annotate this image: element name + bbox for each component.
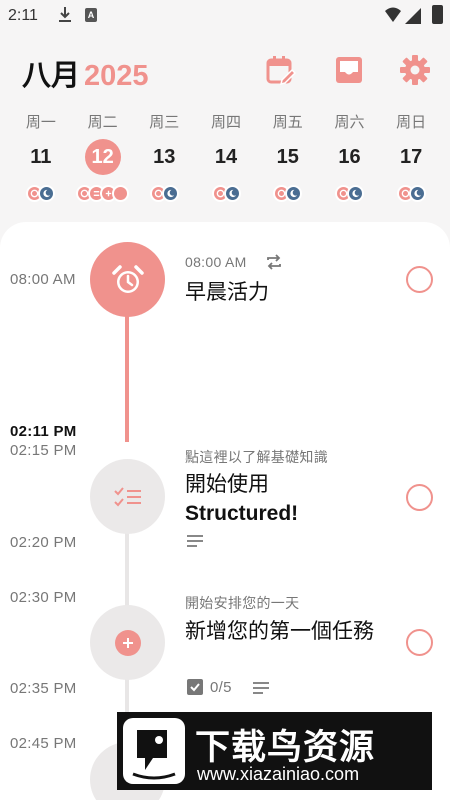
task-complete-checkbox[interactable] (406, 629, 433, 656)
timeline-rail-past (125, 312, 129, 442)
time-label: 02:30 PM (10, 589, 77, 606)
day-sun[interactable]: 周日 17 (380, 113, 442, 209)
month-title[interactable]: 八月 2025 (22, 52, 149, 94)
watermark-url: www.xiazainiao.com (197, 764, 360, 784)
task-subtitle: 開始安排您的一天 (185, 595, 300, 611)
watermark-title: 下载鸟资源 (195, 728, 376, 767)
day-name: 周四 (211, 114, 242, 131)
time-label: 02:20 PM (10, 534, 77, 551)
wifi-signal-icon (385, 7, 421, 24)
time-label: 02:45 PM (10, 735, 77, 752)
day-name: 周二 (87, 114, 118, 131)
year-label: 2025 (84, 60, 149, 92)
watermark-banner: 下载鸟资源 www.xiazainiao.com (117, 712, 432, 790)
add-icon (114, 629, 141, 656)
day-number: 11 (30, 146, 52, 168)
status-time: 2:11 (8, 7, 38, 24)
task-dot-icon (112, 185, 130, 202)
day-fri[interactable]: 周五 15 (257, 113, 319, 209)
day-name: 周五 (272, 114, 303, 131)
task-complete-checkbox[interactable] (406, 484, 433, 511)
day-number: 14 (214, 146, 238, 168)
repeat-icon (267, 254, 281, 270)
day-task-dots (10, 185, 72, 203)
week-strip: 周一 11 周二 12 周三 13 周四 14 周五 15 周六 16 周日 1… (10, 113, 442, 209)
checklist-icon[interactable] (90, 459, 165, 534)
a-icon: A (85, 8, 97, 22)
moon-dot-icon (38, 185, 56, 202)
time-label: 02:15 PM (10, 442, 77, 459)
alarm-clock-icon[interactable] (90, 242, 165, 317)
calendar-edit-icon[interactable] (265, 54, 297, 86)
day-mon[interactable]: 周一 11 (10, 113, 72, 209)
day-name: 周一 (25, 114, 56, 131)
moon-dot-icon (408, 185, 426, 202)
download-icon (59, 7, 71, 22)
time-label: 08:00 AM (10, 271, 76, 288)
current-time-label: 02:11 PM (10, 423, 77, 440)
day-number: 17 (400, 146, 423, 168)
add-task-node[interactable] (90, 605, 165, 680)
task-title[interactable]: 早晨活力 (185, 278, 395, 307)
day-number: 13 (153, 146, 176, 168)
gear-icon[interactable] (399, 54, 431, 86)
day-name: 周三 (149, 114, 180, 131)
task-time: 08:00 AM (185, 254, 247, 270)
day-task-dots (133, 185, 195, 203)
time-label: 02:35 PM (10, 680, 77, 697)
moon-dot-icon (346, 185, 364, 202)
day-name: 周日 (396, 114, 427, 131)
notes-icon (187, 535, 203, 547)
day-thu[interactable]: 周四 14 (195, 113, 257, 209)
day-number: 16 (338, 146, 361, 168)
task-title[interactable]: 新增您的第一個任務 (185, 617, 385, 646)
day-task-dots (380, 185, 442, 203)
task-title[interactable]: 開始使用 Structured! (185, 470, 395, 528)
day-tue[interactable]: 周二 12 (72, 113, 134, 209)
task-subtitle: 點這裡以了解基礎知識 (185, 449, 328, 465)
task-title-line: 開始使用 (185, 473, 269, 496)
subtask-check-icon (187, 679, 203, 695)
notes-icon (253, 682, 269, 694)
status-bar: 2:11 A (0, 0, 450, 32)
moon-dot-icon (223, 185, 241, 202)
subtask-count: 0/5 (210, 679, 232, 696)
day-number-selected: 12 (84, 139, 121, 175)
month-label: 八月 (22, 60, 81, 92)
day-task-dots (72, 185, 134, 203)
day-name: 周六 (334, 114, 365, 131)
day-wed[interactable]: 周三 13 (133, 113, 195, 209)
day-task-dots (257, 185, 319, 203)
day-task-dots (195, 185, 257, 203)
battery-icon (432, 5, 443, 24)
day-sat[interactable]: 周六 16 (319, 113, 381, 209)
day-task-dots (319, 185, 381, 203)
bird-logo-icon (123, 718, 185, 784)
task-complete-checkbox[interactable] (406, 266, 433, 293)
moon-dot-icon (285, 185, 303, 202)
day-number: 15 (276, 146, 299, 168)
task-title-line: Structured! (185, 502, 299, 525)
inbox-icon[interactable] (333, 54, 365, 86)
moon-dot-icon (161, 185, 179, 202)
